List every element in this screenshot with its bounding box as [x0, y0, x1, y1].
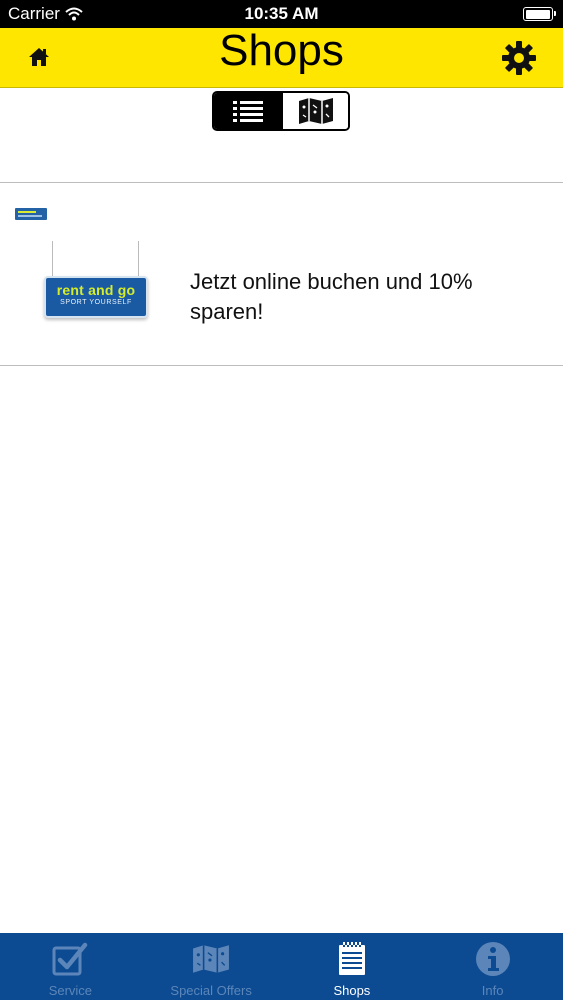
battery-icon [523, 7, 556, 21]
tab-special-offers-label: Special Offers [170, 983, 252, 998]
nav-bar: Shops [0, 28, 563, 88]
shop-list-item[interactable]: rent and go SPORT YOURSELF Jetzt online … [0, 183, 563, 365]
status-bar: Carrier 10:35 AM [0, 0, 563, 28]
settings-button[interactable] [499, 38, 539, 78]
tab-shops[interactable]: Shops [282, 933, 423, 1000]
tab-special-offers[interactable]: Special Offers [141, 933, 282, 1000]
logo-tagline-text: SPORT YOURSELF [60, 299, 132, 306]
gear-icon [502, 41, 536, 75]
checkbox-icon [52, 942, 88, 976]
map-view-segment[interactable] [281, 93, 348, 129]
tab-service[interactable]: Service [0, 933, 141, 1000]
page-title: Shops [219, 26, 344, 75]
tab-service-label: Service [48, 983, 93, 998]
shop-offer-text: Jetzt online buchen und 10% sparen! [190, 269, 473, 324]
status-time: 10:35 AM [244, 4, 319, 23]
list-icon [232, 101, 263, 122]
home-icon [29, 48, 49, 66]
home-button[interactable] [22, 40, 56, 74]
list-view-segment[interactable] [214, 93, 281, 129]
logo-brand-text: rent and go [56, 282, 136, 298]
sign-wire-left [52, 241, 53, 279]
info-icon [475, 942, 510, 976]
sign-wire-right [138, 241, 139, 279]
battery-fill [525, 9, 550, 19]
view-toggle [212, 91, 350, 131]
map-icon [298, 98, 333, 124]
list-bottom-divider [0, 365, 563, 366]
shop-logo-sign: rent and go SPORT YOURSELF [44, 276, 148, 318]
tab-bar: Service Special Offers Shops Info [0, 933, 563, 1000]
notepad-icon [338, 942, 365, 975]
tab-info[interactable]: Info [422, 933, 563, 1000]
small-brand-logo [15, 208, 47, 220]
map-icon [193, 945, 230, 973]
tab-info-label: Info [481, 983, 504, 998]
tab-shops-label: Shops [333, 983, 371, 998]
